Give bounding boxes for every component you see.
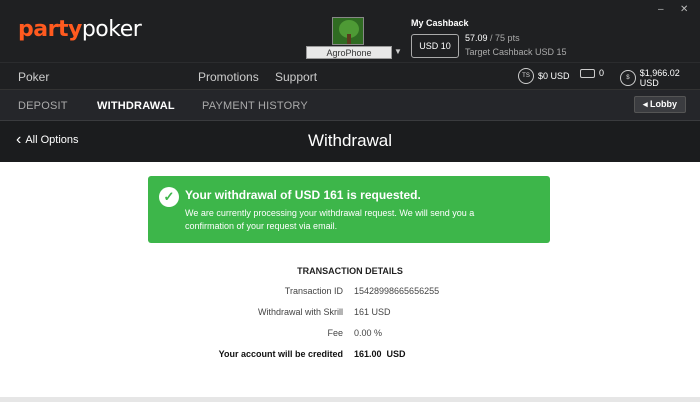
tree-trunk: [347, 34, 351, 44]
cash-balance-value: $1,966.02 USD: [639, 68, 680, 88]
tab-withdrawal[interactable]: WITHDRAWAL: [97, 100, 175, 112]
alert-headline: Your withdrawal of USD 161 is requested.: [185, 188, 421, 202]
detail-value: 0.00 %: [354, 328, 383, 338]
main-nav: Poker Promotions Support TS $0 USD 0 $ $…: [0, 62, 700, 89]
ts-balance-value: $0 USD: [538, 71, 570, 81]
dollar-icon: $: [620, 70, 636, 86]
logo-poker: poker: [81, 17, 142, 42]
nav-poker[interactable]: Poker: [18, 70, 49, 84]
page-title: Withdrawal: [307, 131, 393, 150]
ts-icon: TS: [518, 68, 534, 84]
detail-row: Withdrawal with Skrill 161 USD: [0, 307, 700, 321]
main-content: ✓ Your withdrawal of USD 161 is requeste…: [0, 162, 700, 402]
detail-value: 161 USD: [354, 307, 391, 317]
title-row: ‹ All Options Withdrawal: [0, 122, 700, 162]
caret-down-icon[interactable]: ▼: [394, 47, 402, 56]
tickets-value: 0: [599, 68, 605, 78]
detail-label: Your account will be credited: [218, 349, 343, 359]
logo-party: party: [18, 17, 82, 42]
check-icon: ✓: [159, 187, 179, 207]
points-total: / 75 pts: [490, 33, 520, 43]
detail-value: 161.00 USD: [354, 349, 406, 359]
cashback-title: My Cashback: [411, 18, 469, 28]
top-header: partypoker – ✕ AgroPhone ▼ My Cashback U…: [0, 0, 700, 62]
minimize-button[interactable]: –: [658, 4, 664, 15]
cashier-tabs: DEPOSIT WITHDRAWAL PAYMENT HISTORY ◂ Lob…: [0, 89, 700, 121]
success-alert: ✓ Your withdrawal of USD 161 is requeste…: [148, 176, 550, 243]
alert-message: We are currently processing your withdra…: [185, 208, 475, 231]
bottom-divider: [0, 397, 700, 402]
avatar[interactable]: [332, 17, 364, 45]
nav-support[interactable]: Support: [275, 70, 317, 84]
cashback-points: 57.09 / 75 pts: [465, 33, 520, 43]
cashback-target: Target Cashback USD 15: [465, 47, 567, 57]
detail-label: Withdrawal with Skrill: [257, 307, 343, 317]
tickets-balance[interactable]: 0: [580, 68, 604, 78]
detail-row: Fee 0.00 %: [0, 328, 700, 342]
partypoker-logo: partypoker: [18, 17, 142, 42]
ticket-icon: [580, 68, 595, 78]
ts-balance[interactable]: TS $0 USD: [518, 68, 570, 84]
nav-promotions[interactable]: Promotions: [198, 70, 259, 84]
username-dropdown[interactable]: AgroPhone: [306, 46, 392, 59]
cash-balance[interactable]: $ $1,966.02 USD: [620, 68, 700, 88]
transaction-details-title: TRANSACTION DETAILS: [297, 266, 403, 276]
detail-row: Transaction ID 15428998665656255: [0, 286, 700, 300]
close-button[interactable]: ✕: [680, 4, 688, 15]
points-value: 57.09: [465, 33, 488, 43]
back-arrow-icon: ◂: [642, 99, 651, 109]
cashback-button[interactable]: USD 10: [411, 34, 459, 58]
detail-label: Fee: [327, 328, 343, 338]
tab-deposit[interactable]: DEPOSIT: [18, 100, 68, 112]
detail-row-credited: Your account will be credited 161.00 USD: [0, 349, 700, 363]
lobby-button[interactable]: ◂ Lobby: [634, 96, 686, 113]
lobby-label: Lobby: [650, 99, 678, 109]
tab-payment-history[interactable]: PAYMENT HISTORY: [202, 100, 308, 112]
detail-value: 15428998665656255: [354, 286, 440, 296]
detail-label: Transaction ID: [284, 286, 343, 296]
